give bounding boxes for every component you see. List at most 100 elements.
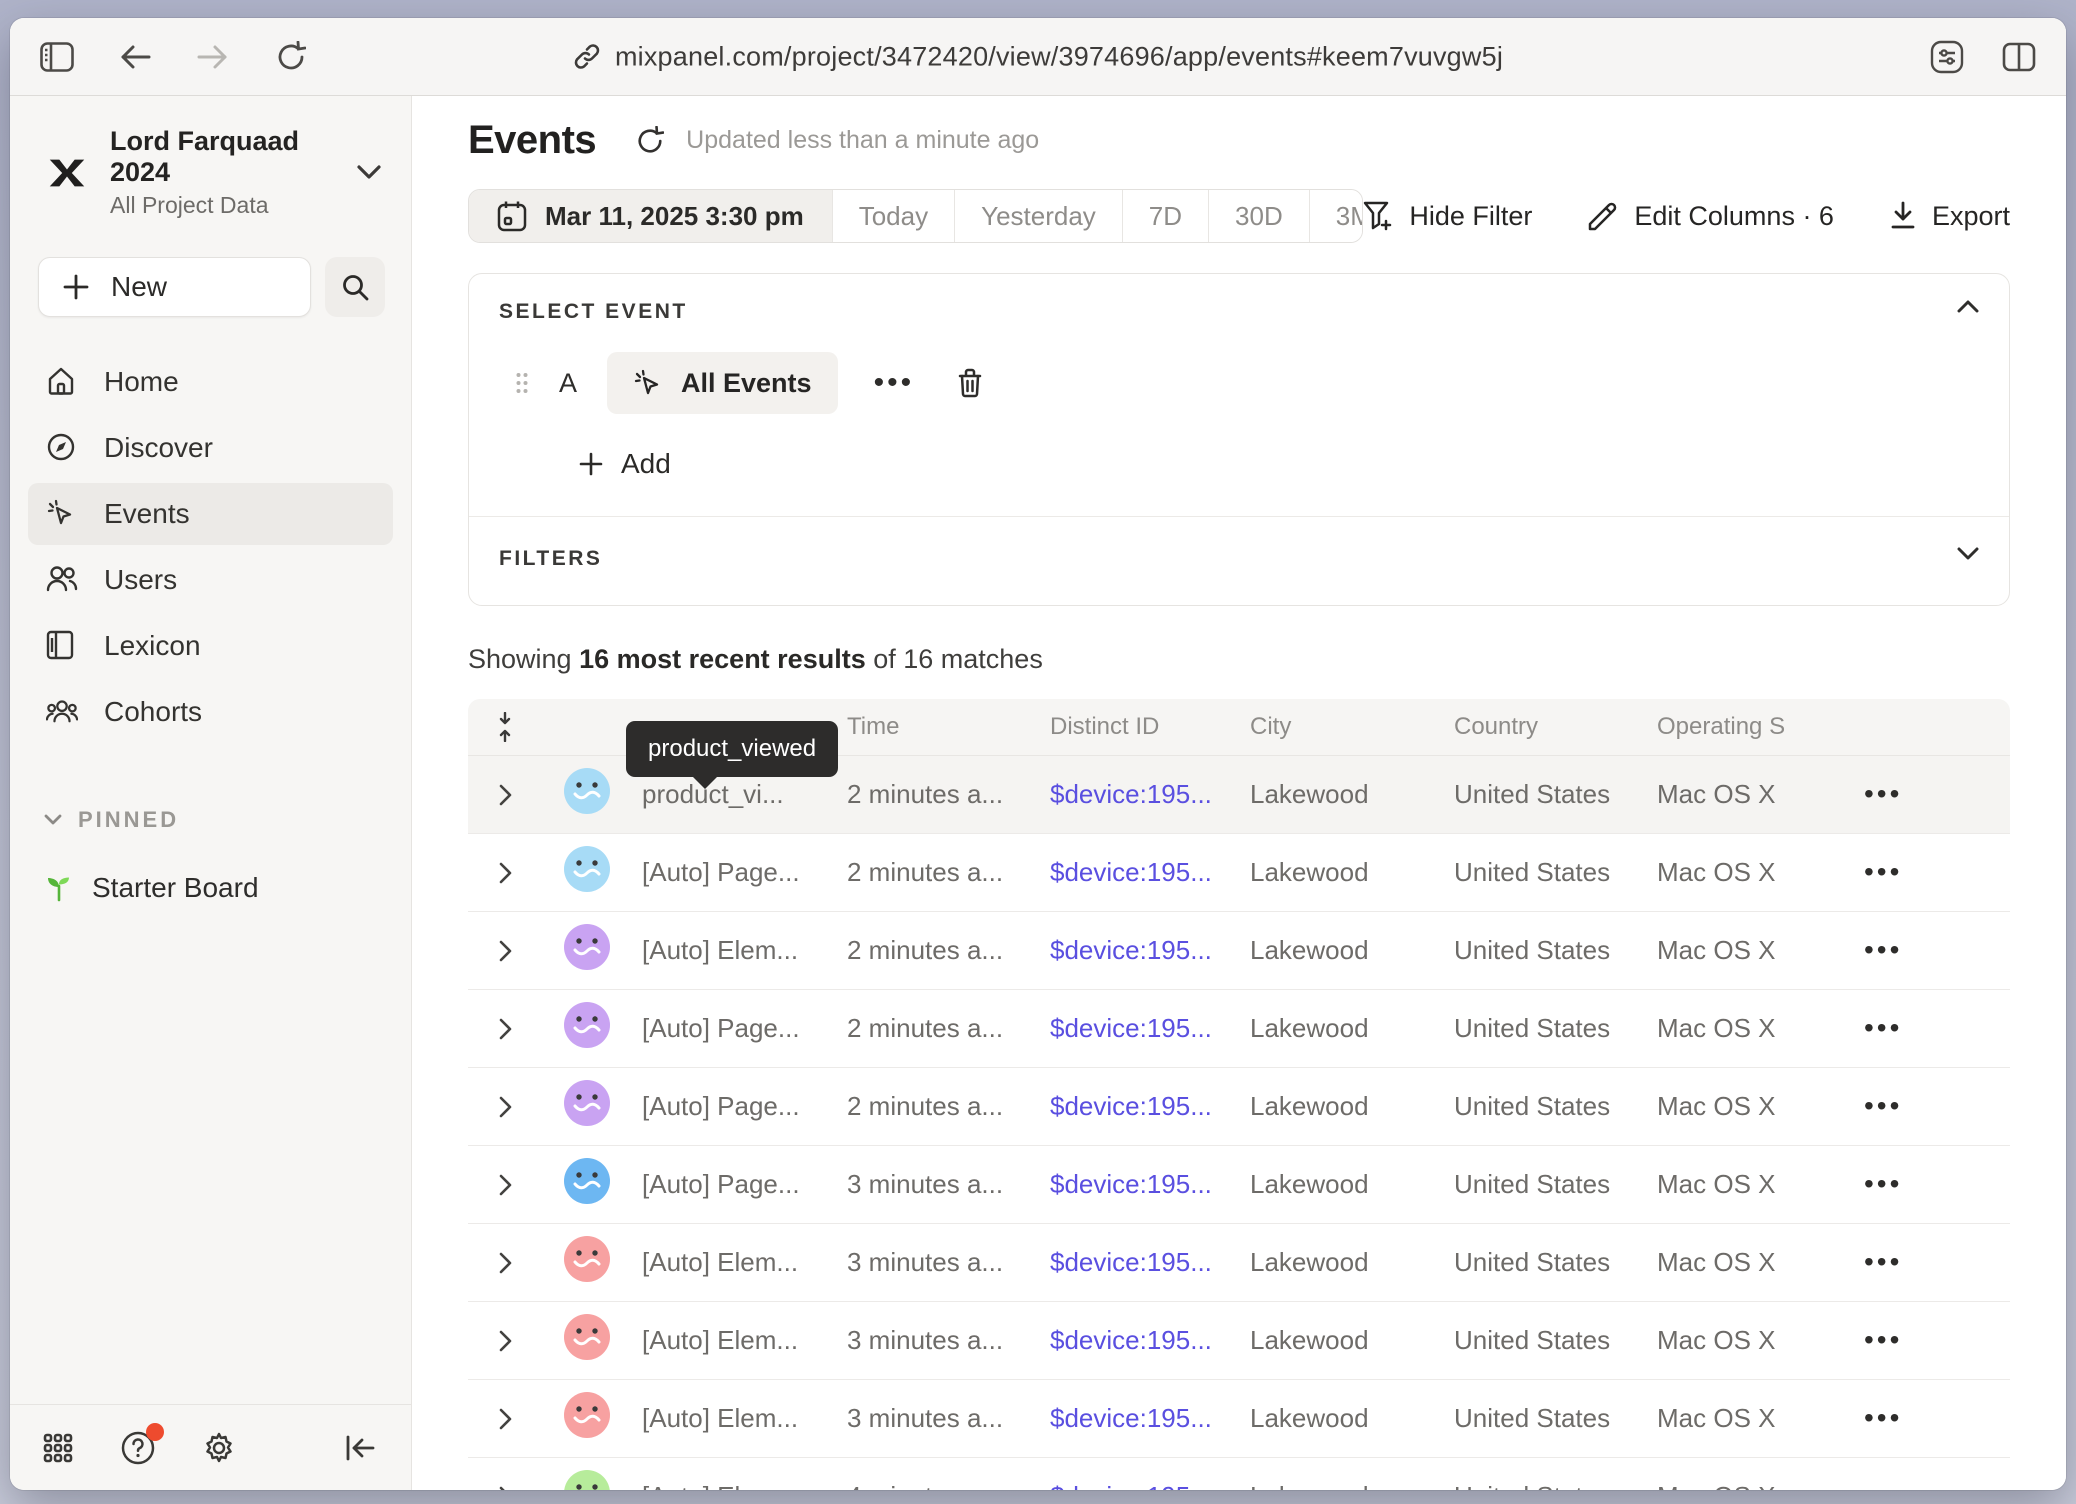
edit-columns-label: Edit Columns · 6 (1634, 201, 1834, 232)
add-event-button[interactable]: Add (579, 448, 1979, 480)
preset-3m[interactable]: 3M (1310, 190, 1364, 242)
row-more-icon[interactable]: ••• (1864, 1403, 1902, 1433)
row-more-icon[interactable]: ••• (1864, 935, 1902, 965)
column-header-time[interactable]: Time (847, 713, 1050, 741)
chevron-down-icon[interactable] (1957, 547, 1979, 560)
row-more-icon[interactable]: ••• (1864, 779, 1902, 809)
distinct-id-link[interactable]: $device:195... (1050, 779, 1250, 810)
step-letter: A (559, 368, 577, 399)
url-bar[interactable]: mixpanel.com/project/3472420/view/397469… (615, 41, 1503, 72)
distinct-id-link[interactable]: $device:195... (1050, 935, 1250, 966)
event-time: 3 minutes a... (847, 1325, 1050, 1356)
event-os: Mac OS X (1657, 1247, 1864, 1278)
preset-7d[interactable]: 7D (1123, 190, 1209, 242)
table-row[interactable]: [Auto] Elem... 3 minutes a... $device:19… (468, 1302, 2010, 1380)
split-view-icon[interactable] (2002, 40, 2036, 74)
project-switcher[interactable]: Lord Farquaad 2024 All Project Data (10, 126, 411, 219)
distinct-id-link[interactable]: $device:195... (1050, 1169, 1250, 1200)
event-time: 3 minutes a... (847, 1169, 1050, 1200)
table-row[interactable]: [Auto] Page... 2 minutes a... $device:19… (468, 990, 2010, 1068)
preset-today[interactable]: Today (833, 190, 955, 242)
export-button[interactable]: Export (1890, 201, 2010, 232)
row-more-icon[interactable]: ••• (1864, 1247, 1902, 1277)
sidebar-item-users[interactable]: Users (28, 549, 393, 611)
chevron-right-icon[interactable] (468, 1174, 542, 1196)
link-icon (573, 43, 601, 71)
collapse-sidebar-icon[interactable] (345, 1435, 375, 1461)
event-name: [Auto] Page... (642, 1091, 847, 1122)
column-header-city[interactable]: City (1250, 713, 1454, 741)
event-selector-chip[interactable]: All Events (607, 352, 838, 414)
distinct-id-link[interactable]: $device:195... (1050, 1013, 1250, 1044)
sidebar-item-discover[interactable]: Discover (28, 417, 393, 479)
avatar (564, 1392, 610, 1438)
distinct-id-link[interactable]: $device:195... (1050, 1091, 1250, 1122)
distinct-id-link[interactable]: $device:195... (1050, 857, 1250, 888)
table-row[interactable]: [Auto] Elem... 3 minutes a... $device:19… (468, 1380, 2010, 1458)
table-row[interactable]: [Auto] Page... 2 minutes a... $device:19… (468, 834, 2010, 912)
sidebar-item-label: Users (104, 564, 177, 596)
pinned-section-toggle[interactable]: PINNED (10, 807, 411, 833)
row-more-icon[interactable]: ••• (1864, 1325, 1902, 1355)
date-picker-button[interactable]: Mar 11, 2025 3:30 pm (469, 190, 833, 242)
sidebar-item-cohorts[interactable]: Cohorts (28, 681, 393, 743)
chevron-right-icon[interactable] (468, 862, 542, 884)
mixpanel-logo-icon (44, 150, 90, 196)
reload-icon[interactable] (274, 40, 308, 74)
chevron-right-icon[interactable] (468, 1486, 542, 1491)
preset-yesterday[interactable]: Yesterday (955, 190, 1123, 242)
row-more-icon[interactable]: ••• (1864, 1481, 1902, 1490)
event-city: Lakewood (1250, 1169, 1454, 1200)
help-icon[interactable] (120, 1430, 156, 1466)
apps-grid-icon[interactable] (42, 1432, 74, 1464)
chevron-right-icon[interactable] (468, 1252, 542, 1274)
preset-30d[interactable]: 30D (1209, 190, 1310, 242)
row-more-icon[interactable]: ••• (1864, 857, 1902, 887)
table-row[interactable]: [Auto] Page... 2 minutes a... $device:19… (468, 1068, 2010, 1146)
row-more-icon[interactable]: ••• (1864, 1091, 1902, 1121)
sidebar-item-home[interactable]: Home (28, 351, 393, 413)
column-header-os[interactable]: Operating S (1657, 713, 1864, 741)
search-button[interactable] (325, 257, 385, 317)
event-os: Mac OS X (1657, 1091, 1864, 1122)
chevron-right-icon[interactable] (468, 1330, 542, 1352)
chevron-right-icon[interactable] (468, 1096, 542, 1118)
chevron-right-icon[interactable] (468, 1018, 542, 1040)
table-row[interactable]: [Auto] Elem... 4 minutes a... $device:19… (468, 1458, 2010, 1490)
table-row[interactable]: [Auto] Elem... 2 minutes a... $device:19… (468, 912, 2010, 990)
sidebar-toggle-icon[interactable] (40, 40, 74, 74)
back-icon[interactable] (118, 40, 152, 74)
gear-icon[interactable] (202, 1431, 236, 1465)
edit-columns-button[interactable]: Edit Columns · 6 (1588, 201, 1834, 232)
chevron-up-icon[interactable] (1957, 300, 1979, 313)
chevron-right-icon[interactable] (468, 940, 542, 962)
distinct-id-link[interactable]: $device:195... (1050, 1403, 1250, 1434)
table-row[interactable]: [Auto] Elem... 3 minutes a... $device:19… (468, 1224, 2010, 1302)
column-header-distinct-id[interactable]: Distinct ID (1050, 713, 1250, 741)
new-button[interactable]: New (38, 257, 311, 317)
column-header-country[interactable]: Country (1454, 713, 1657, 741)
hide-filter-button[interactable]: Hide Filter (1363, 200, 1532, 232)
chevron-right-icon[interactable] (468, 1408, 542, 1430)
distinct-id-link[interactable]: $device:195... (1050, 1325, 1250, 1356)
event-country: United States (1454, 1169, 1657, 1200)
event-country: United States (1454, 1091, 1657, 1122)
forward-icon[interactable] (196, 40, 230, 74)
refresh-icon[interactable] (636, 126, 664, 156)
sidebar-item-lexicon[interactable]: Lexicon (28, 615, 393, 677)
row-more-icon[interactable]: ••• (1864, 1169, 1902, 1199)
table-row[interactable]: [Auto] Page... 3 minutes a... $device:19… (468, 1146, 2010, 1224)
event-os: Mac OS X (1657, 1325, 1864, 1356)
event-city: Lakewood (1250, 1403, 1454, 1434)
event-city: Lakewood (1250, 935, 1454, 966)
drag-handle-icon[interactable] (515, 371, 529, 395)
distinct-id-link[interactable]: $device:195... (1050, 1247, 1250, 1278)
collapse-rows-icon[interactable] (468, 712, 542, 742)
sidebar-item-starter-board[interactable]: Starter Board (10, 863, 411, 913)
distinct-id-link[interactable]: $device:195... (1050, 1481, 1250, 1490)
trash-icon[interactable] (956, 368, 984, 398)
row-more-icon[interactable]: ••• (1864, 1013, 1902, 1043)
chevron-right-icon[interactable] (468, 784, 542, 806)
sidebar-item-events[interactable]: Events (28, 483, 393, 545)
page-settings-icon[interactable] (1930, 40, 1964, 74)
